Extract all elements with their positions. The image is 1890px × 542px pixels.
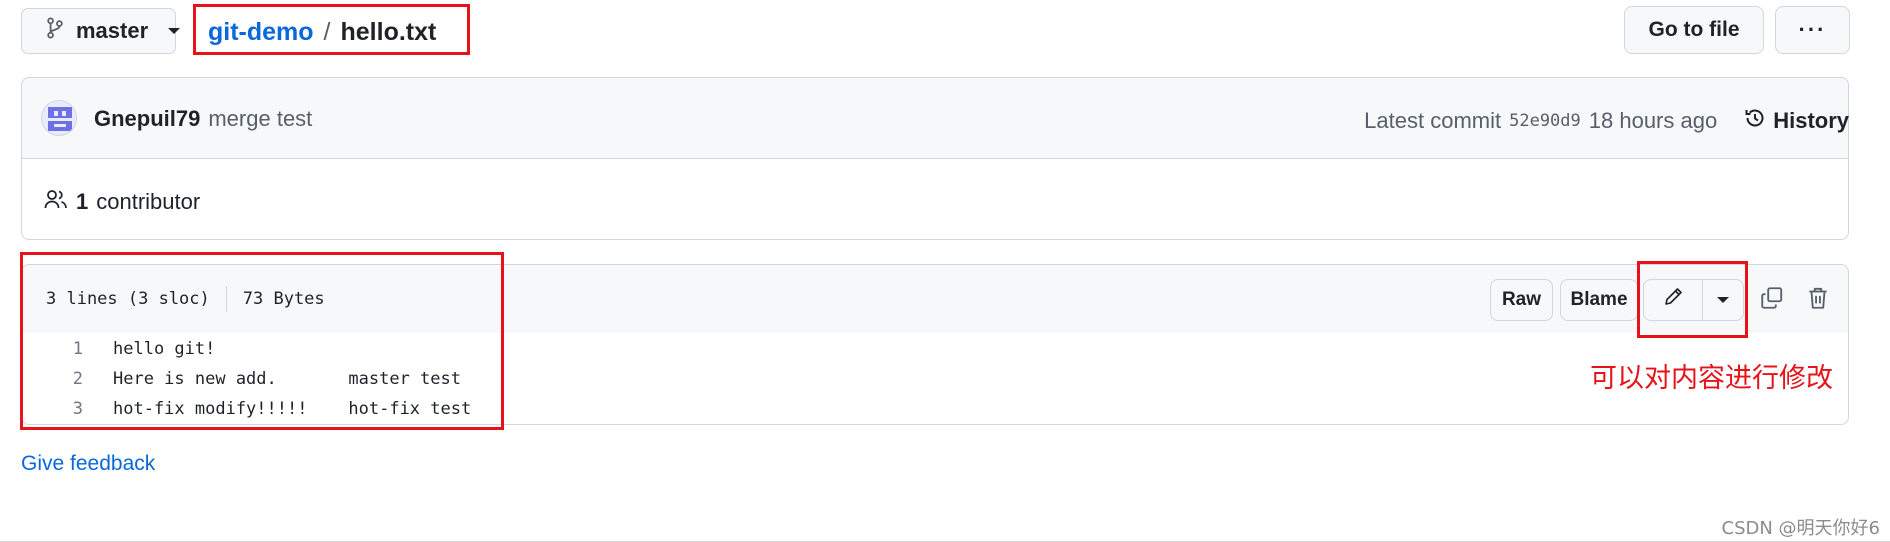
go-to-file-button[interactable]: Go to file bbox=[1624, 6, 1764, 54]
commit-meta: Latest commit 52e90d9 18 hours ago Histo… bbox=[1364, 106, 1849, 136]
caret-down-icon bbox=[168, 28, 181, 34]
copy-icon bbox=[1759, 285, 1785, 316]
avatar[interactable] bbox=[41, 100, 77, 136]
divider bbox=[225, 286, 227, 312]
file-size: 73 Bytes bbox=[242, 289, 325, 309]
pencil-icon bbox=[1662, 286, 1684, 314]
line-text: Here is new add. master test bbox=[113, 369, 461, 389]
history-icon bbox=[1743, 106, 1767, 136]
code-line: 2 Here is new add. master test bbox=[21, 364, 461, 394]
watermark: CSDN @明天你好6 bbox=[1721, 518, 1881, 539]
contributor-count: 1 bbox=[76, 189, 89, 214]
line-text: hello git! bbox=[113, 339, 216, 359]
commit-summary: Gnepuil79 merge test bbox=[94, 106, 312, 132]
line-text: hot-fix modify!!!!! hot-fix test bbox=[113, 399, 472, 419]
trash-icon bbox=[1806, 285, 1830, 316]
commit-author[interactable]: Gnepuil79 bbox=[94, 106, 200, 132]
contributors-bar bbox=[21, 159, 1849, 240]
line-number[interactable]: 3 bbox=[21, 399, 83, 419]
latest-commit-label: Latest commit bbox=[1364, 108, 1502, 133]
blame-button[interactable]: Blame bbox=[1560, 279, 1638, 321]
commit-message[interactable]: merge test bbox=[208, 106, 312, 132]
breadcrumb-separator: / bbox=[323, 17, 331, 46]
edit-button[interactable] bbox=[1644, 280, 1704, 320]
breadcrumb-file-name: hello.txt bbox=[340, 17, 437, 46]
kebab-icon: ··· bbox=[1798, 17, 1827, 42]
more-options-button[interactable]: ··· bbox=[1775, 6, 1850, 54]
code-line: 3 hot-fix modify!!!!! hot-fix test bbox=[21, 394, 471, 424]
raw-button[interactable]: Raw bbox=[1490, 279, 1553, 321]
file-info: 3 lines (3 sloc) 73 Bytes bbox=[46, 286, 325, 312]
history-label: History bbox=[1773, 108, 1849, 133]
line-number[interactable]: 2 bbox=[21, 369, 83, 389]
contributors-link[interactable]: 1 contributor bbox=[44, 188, 200, 216]
file-lines-info: 3 lines (3 sloc) bbox=[46, 289, 210, 309]
breadcrumb-repo-link[interactable]: git-demo bbox=[208, 18, 314, 47]
edit-dropdown-button[interactable] bbox=[1703, 280, 1743, 320]
code-line: 1 hello git! bbox=[21, 334, 216, 364]
branch-name: master bbox=[76, 18, 149, 43]
edit-button-group bbox=[1643, 279, 1744, 321]
give-feedback-link[interactable]: Give feedback bbox=[21, 452, 155, 476]
commit-time: 18 hours ago bbox=[1588, 108, 1718, 133]
delete-button[interactable] bbox=[1800, 282, 1836, 318]
commit-sha[interactable]: 52e90d9 bbox=[1509, 111, 1581, 131]
breadcrumb: git-demo / hello.txt bbox=[208, 12, 436, 52]
people-icon bbox=[44, 188, 68, 216]
copy-button[interactable] bbox=[1754, 282, 1790, 318]
branch-icon bbox=[46, 17, 64, 45]
history-link[interactable]: History bbox=[1743, 106, 1849, 136]
branch-selector-button[interactable]: master bbox=[21, 8, 181, 54]
caret-down-icon bbox=[1717, 297, 1730, 303]
annotation-text: 可以对内容进行修改 bbox=[1590, 363, 1833, 394]
contributor-label: contributor bbox=[96, 189, 201, 214]
line-number[interactable]: 1 bbox=[21, 339, 83, 359]
